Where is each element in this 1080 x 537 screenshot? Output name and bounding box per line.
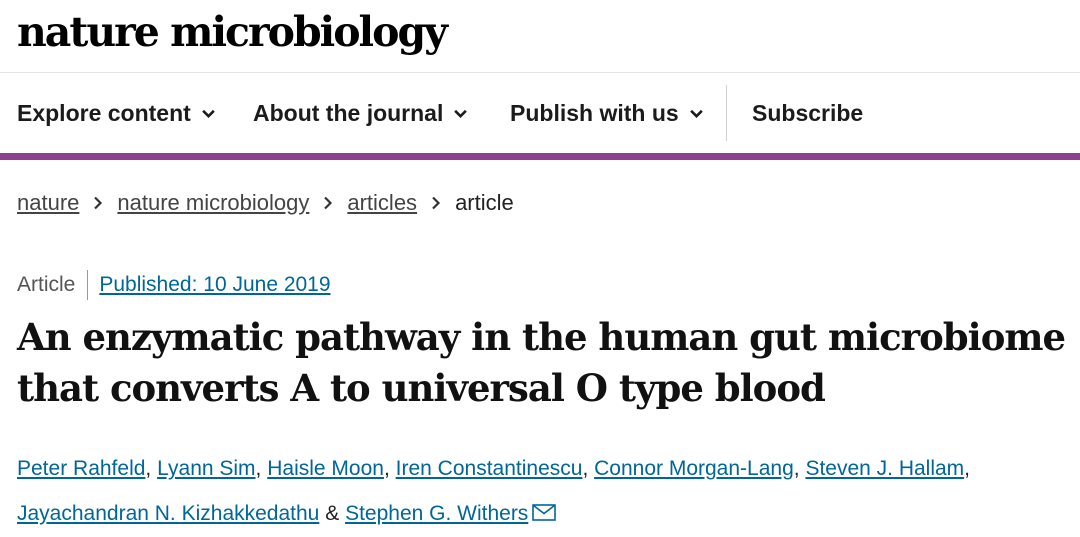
nav-explore-content[interactable]: Explore content <box>17 73 216 153</box>
author-link[interactable]: Stephen G. Withers <box>345 502 528 525</box>
author-link[interactable]: Connor Morgan-Lang <box>594 457 794 480</box>
author-list: Peter Rahfeld, Lyann Sim, Haisle Moon, I… <box>17 446 1077 536</box>
author-link[interactable]: Jayachandran N. Kizhakkedathu <box>17 502 319 525</box>
author-ampersand: & <box>325 502 340 525</box>
breadcrumb-link-nature[interactable]: nature <box>17 190 79 216</box>
published-date-link[interactable]: Published: 10 June 2019 <box>99 273 330 297</box>
chevron-right-icon <box>432 196 441 210</box>
chevron-down-icon <box>202 109 215 118</box>
author-link[interactable]: Steven J. Hallam <box>805 457 964 480</box>
breadcrumb-link-articles[interactable]: articles <box>347 190 417 216</box>
article-title: An enzymatic pathway in the human gut mi… <box>17 315 1066 410</box>
site-header: nature microbiology <box>0 0 1080 73</box>
author-separator: , <box>383 457 390 480</box>
nav-about-journal[interactable]: About the journal <box>253 73 468 153</box>
chevron-down-icon <box>689 109 703 118</box>
article-type: Article <box>17 273 76 296</box>
chevron-right-icon <box>324 196 333 210</box>
meta-divider <box>87 270 89 300</box>
chevron-right-icon <box>94 196 103 210</box>
email-icon[interactable] <box>532 504 557 521</box>
nav-publish-with-us[interactable]: Publish with us <box>510 73 704 153</box>
author-separator: , <box>145 457 152 480</box>
nav-subscribe-label: Subscribe <box>752 99 864 126</box>
nav-subscribe[interactable]: Subscribe <box>752 73 863 153</box>
author-separator: , <box>964 457 971 480</box>
nav-publish-with-us-label: Publish with us <box>510 99 679 126</box>
author-separator: , <box>255 457 262 480</box>
author-separator: , <box>793 457 800 480</box>
breadcrumb: nature nature microbiology articles arti… <box>17 190 514 216</box>
journal-logo[interactable]: nature microbiology <box>17 2 448 62</box>
nav-divider <box>726 85 727 141</box>
breadcrumb-link-journal[interactable]: nature microbiology <box>117 190 309 216</box>
breadcrumb-current: article <box>455 190 514 215</box>
main-nav: Explore content About the journal Publis… <box>0 73 1080 160</box>
author-link[interactable]: Iren Constantinescu <box>396 457 583 480</box>
author-link[interactable]: Haisle Moon <box>267 457 384 480</box>
article-meta: Article Published: 10 June 2019 <box>17 270 331 300</box>
nav-about-journal-label: About the journal <box>253 99 444 126</box>
chevron-down-icon <box>454 109 468 118</box>
author-link[interactable]: Lyann Sim <box>157 457 255 480</box>
author-separator: , <box>582 457 589 480</box>
author-link[interactable]: Peter Rahfeld <box>17 457 145 480</box>
nav-explore-content-label: Explore content <box>17 99 191 126</box>
